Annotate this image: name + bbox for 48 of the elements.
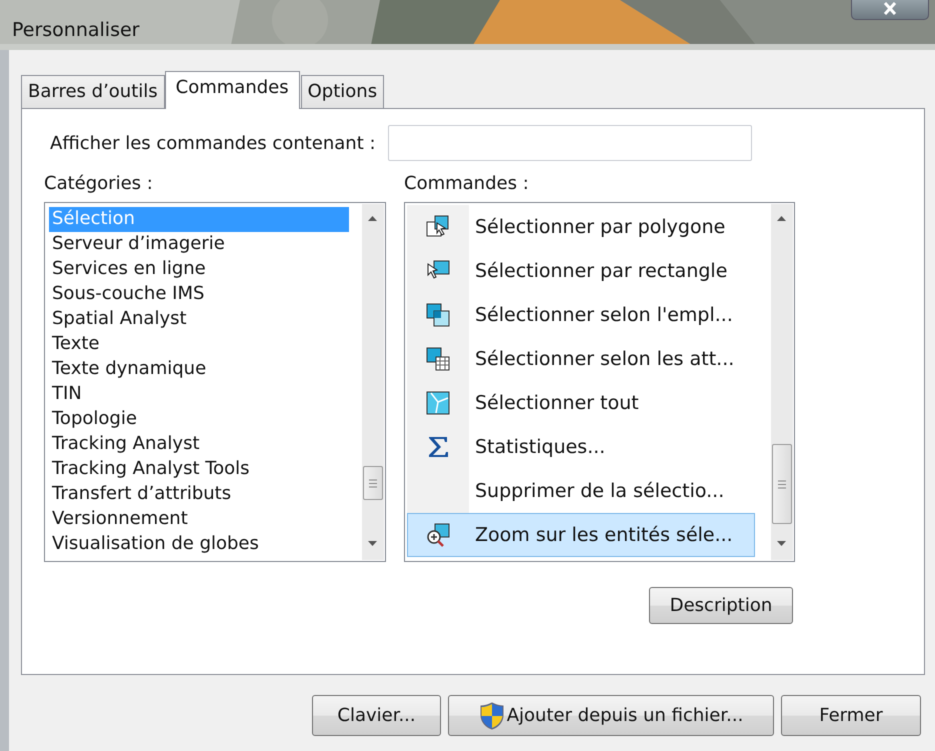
scroll-down-icon[interactable]	[777, 541, 786, 546]
scroll-down-icon[interactable]	[368, 541, 377, 546]
add-from-file-button[interactable]: Ajouter depuis un fichier...	[448, 695, 774, 736]
scroll-up-icon[interactable]	[368, 216, 377, 221]
category-item[interactable]: TIN	[49, 382, 349, 407]
category-item[interactable]: Texte dynamique	[49, 357, 349, 382]
command-item[interactable]: Sélectionner tout	[407, 381, 755, 425]
close-icon	[883, 2, 897, 14]
command-item[interactable]: Sélectionner par rectangle	[407, 249, 755, 293]
command-item[interactable]: Sélectionner selon les att...	[407, 337, 755, 381]
filter-label: Afficher les commandes contenant :	[50, 132, 376, 154]
command-item[interactable]: Supprimer de la sélectio...	[407, 469, 755, 513]
filter-field[interactable]	[388, 125, 752, 161]
commands-label: Commandes :	[404, 173, 530, 194]
command-item[interactable]: Zoom sur les entités séle...	[407, 513, 755, 557]
category-item[interactable]: Tracking Analyst Tools	[49, 457, 349, 482]
scrollbar[interactable]	[771, 204, 793, 560]
category-item[interactable]: Sous-couche IMS	[49, 282, 349, 307]
category-item[interactable]: Texte	[49, 332, 349, 357]
category-item[interactable]: Services en ligne	[49, 257, 349, 282]
keyboard-button[interactable]: Clavier...	[312, 695, 441, 736]
scrollbar[interactable]	[362, 204, 384, 560]
category-item[interactable]: Versionnement	[49, 507, 349, 532]
close-button[interactable]	[851, 0, 929, 20]
close-dialog-button[interactable]: Fermer	[781, 695, 921, 736]
command-item[interactable]: Sélectionner selon l'empl...	[407, 293, 755, 337]
category-item[interactable]: Visualisation de globes	[49, 532, 349, 557]
tab[interactable]: Options	[300, 75, 384, 108]
description-button[interactable]: Description	[649, 587, 793, 624]
category-item[interactable]: Spatial Analyst	[49, 307, 349, 332]
command-item[interactable]: Statistiques...	[407, 425, 755, 469]
category-item[interactable]: Transfert d’attributs	[49, 482, 349, 507]
shield-icon	[478, 702, 505, 730]
zoom-in-icon	[425, 522, 451, 548]
category-item[interactable]: Serveur d’imagerie	[49, 232, 349, 257]
category-item[interactable]: Topologie	[49, 407, 349, 432]
map-square-icon	[425, 390, 451, 416]
scroll-thumb[interactable]	[772, 444, 792, 524]
tab[interactable]: Barres d’outils	[21, 75, 165, 108]
scroll-thumb[interactable]	[363, 466, 383, 500]
scroll-up-icon[interactable]	[777, 216, 786, 221]
overlapping-squares-icon	[425, 302, 451, 328]
command-item[interactable]: Sélectionner par polygone	[407, 205, 755, 249]
square-table-icon	[425, 346, 451, 372]
tab[interactable]: Commandes	[164, 71, 300, 109]
window-title: Personnaliser	[12, 19, 140, 41]
category-item[interactable]: Tracking Analyst	[49, 432, 349, 457]
categories-label: Catégories :	[44, 173, 154, 194]
